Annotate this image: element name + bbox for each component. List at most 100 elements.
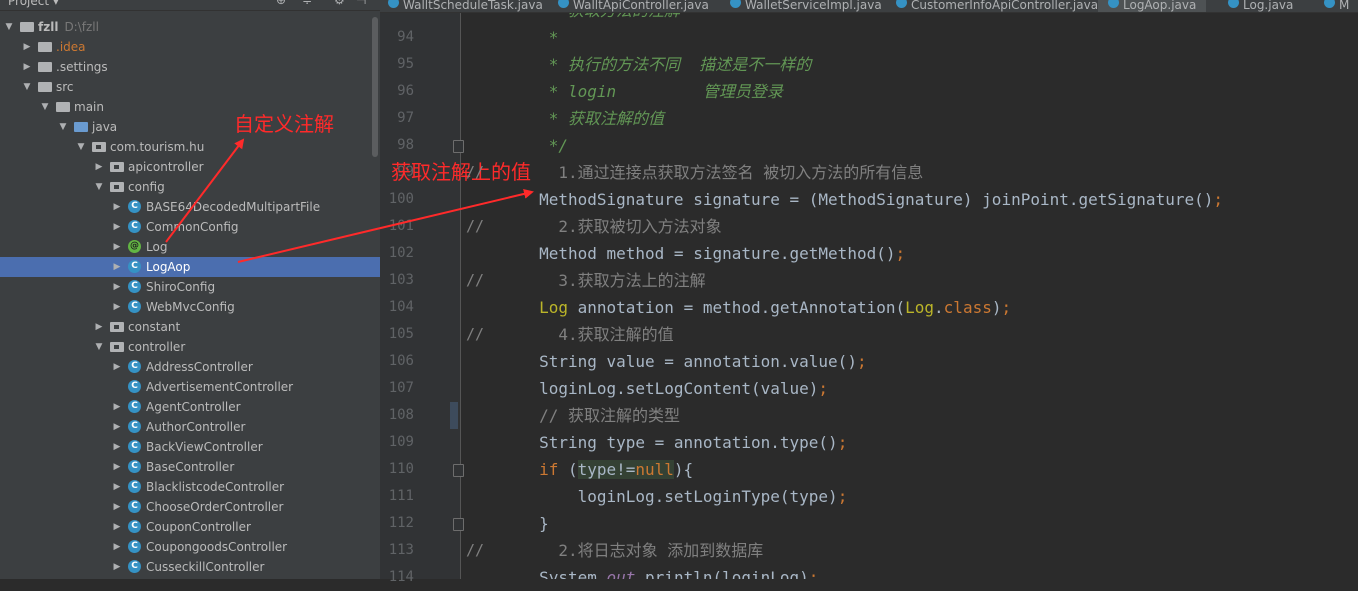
code-line-111[interactable]: loginLog.setLoginType(type); [462, 483, 848, 510]
expand-arrow-icon[interactable]: ▼ [94, 337, 104, 357]
expand-arrow-icon[interactable]: ▼ [94, 177, 104, 197]
collapse-arrow-icon[interactable]: ▶ [112, 457, 122, 477]
tree-item-backviewcontroller[interactable]: ▶ C BackViewController [0, 437, 380, 457]
collapse-arrow-icon[interactable]: ▶ [112, 357, 122, 377]
collapse-arrow-icon[interactable]: ▶ [112, 517, 122, 537]
tree-item-addresscontroller[interactable]: ▶ C AddressController [0, 357, 380, 377]
code-token: String value = annotation.value() [462, 352, 857, 371]
code-line-94[interactable]: * [462, 24, 559, 51]
editor-tab[interactable]: CustomerInfoApiController.java [886, 0, 1108, 12]
code-line-100[interactable]: MethodSignature signature = (MethodSigna… [462, 186, 1223, 213]
editor-tab[interactable]: Log.java [1218, 0, 1303, 12]
code-token: String type = annotation.type() [462, 433, 838, 452]
tree-item-constant[interactable]: ▶ constant [0, 317, 380, 337]
collapse-arrow-icon[interactable]: ▶ [112, 497, 122, 517]
java-class-icon: C [128, 500, 141, 513]
collapse-arrow-icon[interactable]: ▶ [94, 317, 104, 337]
tree-item-settings[interactable]: ▶ .settings [0, 57, 380, 77]
hide-icon[interactable]: ⊣ [356, 0, 366, 7]
tree-item-authorcontroller[interactable]: ▶ C AuthorController [0, 417, 380, 437]
code-line-96[interactable]: * login 管理员登录 [462, 78, 783, 105]
code-line-108[interactable]: // 获取注解的类型 [462, 402, 680, 429]
collapse-arrow-icon[interactable]: ▶ [112, 197, 122, 217]
expand-arrow-icon[interactable]: ▼ [40, 97, 50, 117]
code-line-98[interactable]: */ [462, 132, 568, 159]
code-line-110[interactable]: if (type!=null){ [462, 456, 693, 483]
code-token: // 获取注解的类型 [462, 406, 680, 425]
tree-item-agentcontroller[interactable]: ▶ C AgentController [0, 397, 380, 417]
tree-item-com-tourism-hu[interactable]: ▼ com.tourism.hu [0, 137, 380, 157]
collapse-arrow-icon[interactable]: ▶ [22, 57, 32, 77]
tree-item-blacklistcodecontroller[interactable]: ▶ C BlacklistcodeController [0, 477, 380, 497]
tree-item-couponcontroller[interactable]: ▶ C CouponController [0, 517, 380, 537]
collapse-arrow-icon[interactable]: ▶ [112, 437, 122, 457]
collapse-arrow-icon[interactable]: ▶ [22, 37, 32, 57]
tree-item-advertisementcontroller[interactable]: C AdvertisementController [0, 377, 380, 397]
project-view-dropdown[interactable]: Project ▾ [8, 0, 59, 8]
collapse-arrow-icon[interactable]: ▶ [112, 217, 122, 237]
tree-item-commonconfig[interactable]: ▶ C CommonConfig [0, 217, 380, 237]
project-tree-scrollbar[interactable] [372, 17, 378, 157]
line-number: 114 [388, 569, 414, 585]
tree-item-shiroconfig[interactable]: ▶ C ShiroConfig [0, 277, 380, 297]
line-number: 100 [388, 191, 414, 207]
code-line-112[interactable]: } [462, 510, 549, 537]
expand-arrow-icon[interactable]: ▼ [58, 117, 68, 137]
code-line-106[interactable]: String value = annotation.value(); [462, 348, 867, 375]
collapse-arrow-icon[interactable]: ▶ [112, 537, 122, 557]
collapse-arrow-icon[interactable]: ▶ [94, 157, 104, 177]
code-line-109[interactable]: String type = annotation.type(); [462, 429, 847, 456]
tree-item-chooseordercontroller[interactable]: ▶ C ChooseOrderController [0, 497, 380, 517]
expand-arrow-icon[interactable]: ▼ [22, 77, 32, 97]
tree-item-src[interactable]: ▼ src [0, 77, 380, 97]
expand-arrow-icon[interactable]: ▼ [4, 17, 14, 37]
collapse-arrow-icon[interactable]: ▶ [112, 557, 122, 577]
tree-item-idea[interactable]: ▶ .idea [0, 37, 380, 57]
tree-item-fzll[interactable]: ▼ fzll D:\fzll [0, 17, 380, 37]
tree-item-logaop[interactable]: ▶ C LogAop [0, 257, 380, 277]
tree-item-label: ChooseOrderController [146, 500, 284, 514]
tree-item-coupongoodscontroller[interactable]: ▶ C CoupongoodsController [0, 537, 380, 557]
collapse-arrow-icon[interactable]: ▶ [112, 397, 122, 417]
line-comment-marker: // [466, 163, 485, 181]
editor-tab[interactable]: M [1314, 0, 1358, 12]
tree-item-cusseckillcontroller[interactable]: ▶ C CusseckillController [0, 557, 380, 577]
tree-item-basecontroller[interactable]: ▶ C BaseController [0, 457, 380, 477]
editor-tab-label: WalltScheduleTask.java [403, 0, 543, 12]
locate-icon[interactable]: ⊕ [276, 0, 286, 7]
collapse-arrow-icon[interactable]: ▶ [112, 257, 122, 277]
code-editor[interactable]: * 获取方法的注解 * * 执行的方法不同 描述是不一样的 * login 管理… [462, 13, 1358, 579]
code-token: out [606, 568, 636, 579]
collapse-arrow-icon[interactable]: ▶ [112, 237, 122, 257]
code-line-114[interactable]: System.out.println(loginLog); [462, 564, 818, 579]
tree-item-apicontroller[interactable]: ▶ apicontroller [0, 157, 380, 177]
collapse-arrow-icon[interactable]: ▶ [112, 417, 122, 437]
collapse-icon[interactable]: ≑ [302, 0, 312, 7]
code-line-99[interactable]: 1.通过连接点获取方法签名 被切入方法的所有信息 [462, 159, 923, 186]
code-line-101[interactable]: 2.获取被切入方法对象 [462, 213, 721, 240]
gear-icon[interactable]: ⚙ [334, 0, 345, 7]
code-line-104[interactable]: Log annotation = method.getAnnotation(Lo… [462, 294, 1011, 321]
editor-tab[interactable]: WalltScheduleTask.java [380, 0, 553, 12]
collapse-arrow-icon[interactable]: ▶ [112, 277, 122, 297]
editor-tab[interactable]: WalltApiController.java [548, 0, 719, 12]
editor-tab[interactable]: LogAop.java [1098, 0, 1207, 12]
collapse-arrow-icon[interactable]: ▶ [112, 297, 122, 317]
java-class-icon [1108, 0, 1119, 8]
code-line-103[interactable]: 3.获取方法上的注解 [462, 267, 705, 294]
code-line-102[interactable]: Method method = signature.getMethod(); [462, 240, 905, 267]
tree-item-controller[interactable]: ▼ controller [0, 337, 380, 357]
tree-item-config[interactable]: ▼ config [0, 177, 380, 197]
code-line-113[interactable]: 2.将日志对象 添加到数据库 [462, 537, 763, 564]
expand-arrow-icon[interactable]: ▼ [76, 137, 86, 157]
tree-item-webmvcconfig[interactable]: ▶ C WebMvcConfig [0, 297, 380, 317]
code-line-97[interactable]: * 获取注解的值 [462, 105, 664, 132]
tree-item-label: java [92, 120, 118, 134]
code-line-95[interactable]: * 执行的方法不同 描述是不一样的 [462, 51, 812, 78]
collapse-arrow-icon[interactable]: ▶ [112, 477, 122, 497]
code-token: null [635, 460, 674, 479]
editor-tab[interactable]: WalletServiceImpl.java [720, 0, 892, 12]
code-line-107[interactable]: loginLog.setLogContent(value); [462, 375, 828, 402]
tree-item-base64decodedmultipartfile[interactable]: ▶ C BASE64DecodedMultipartFile [0, 197, 380, 217]
tree-item-log[interactable]: ▶ @ Log [0, 237, 380, 257]
